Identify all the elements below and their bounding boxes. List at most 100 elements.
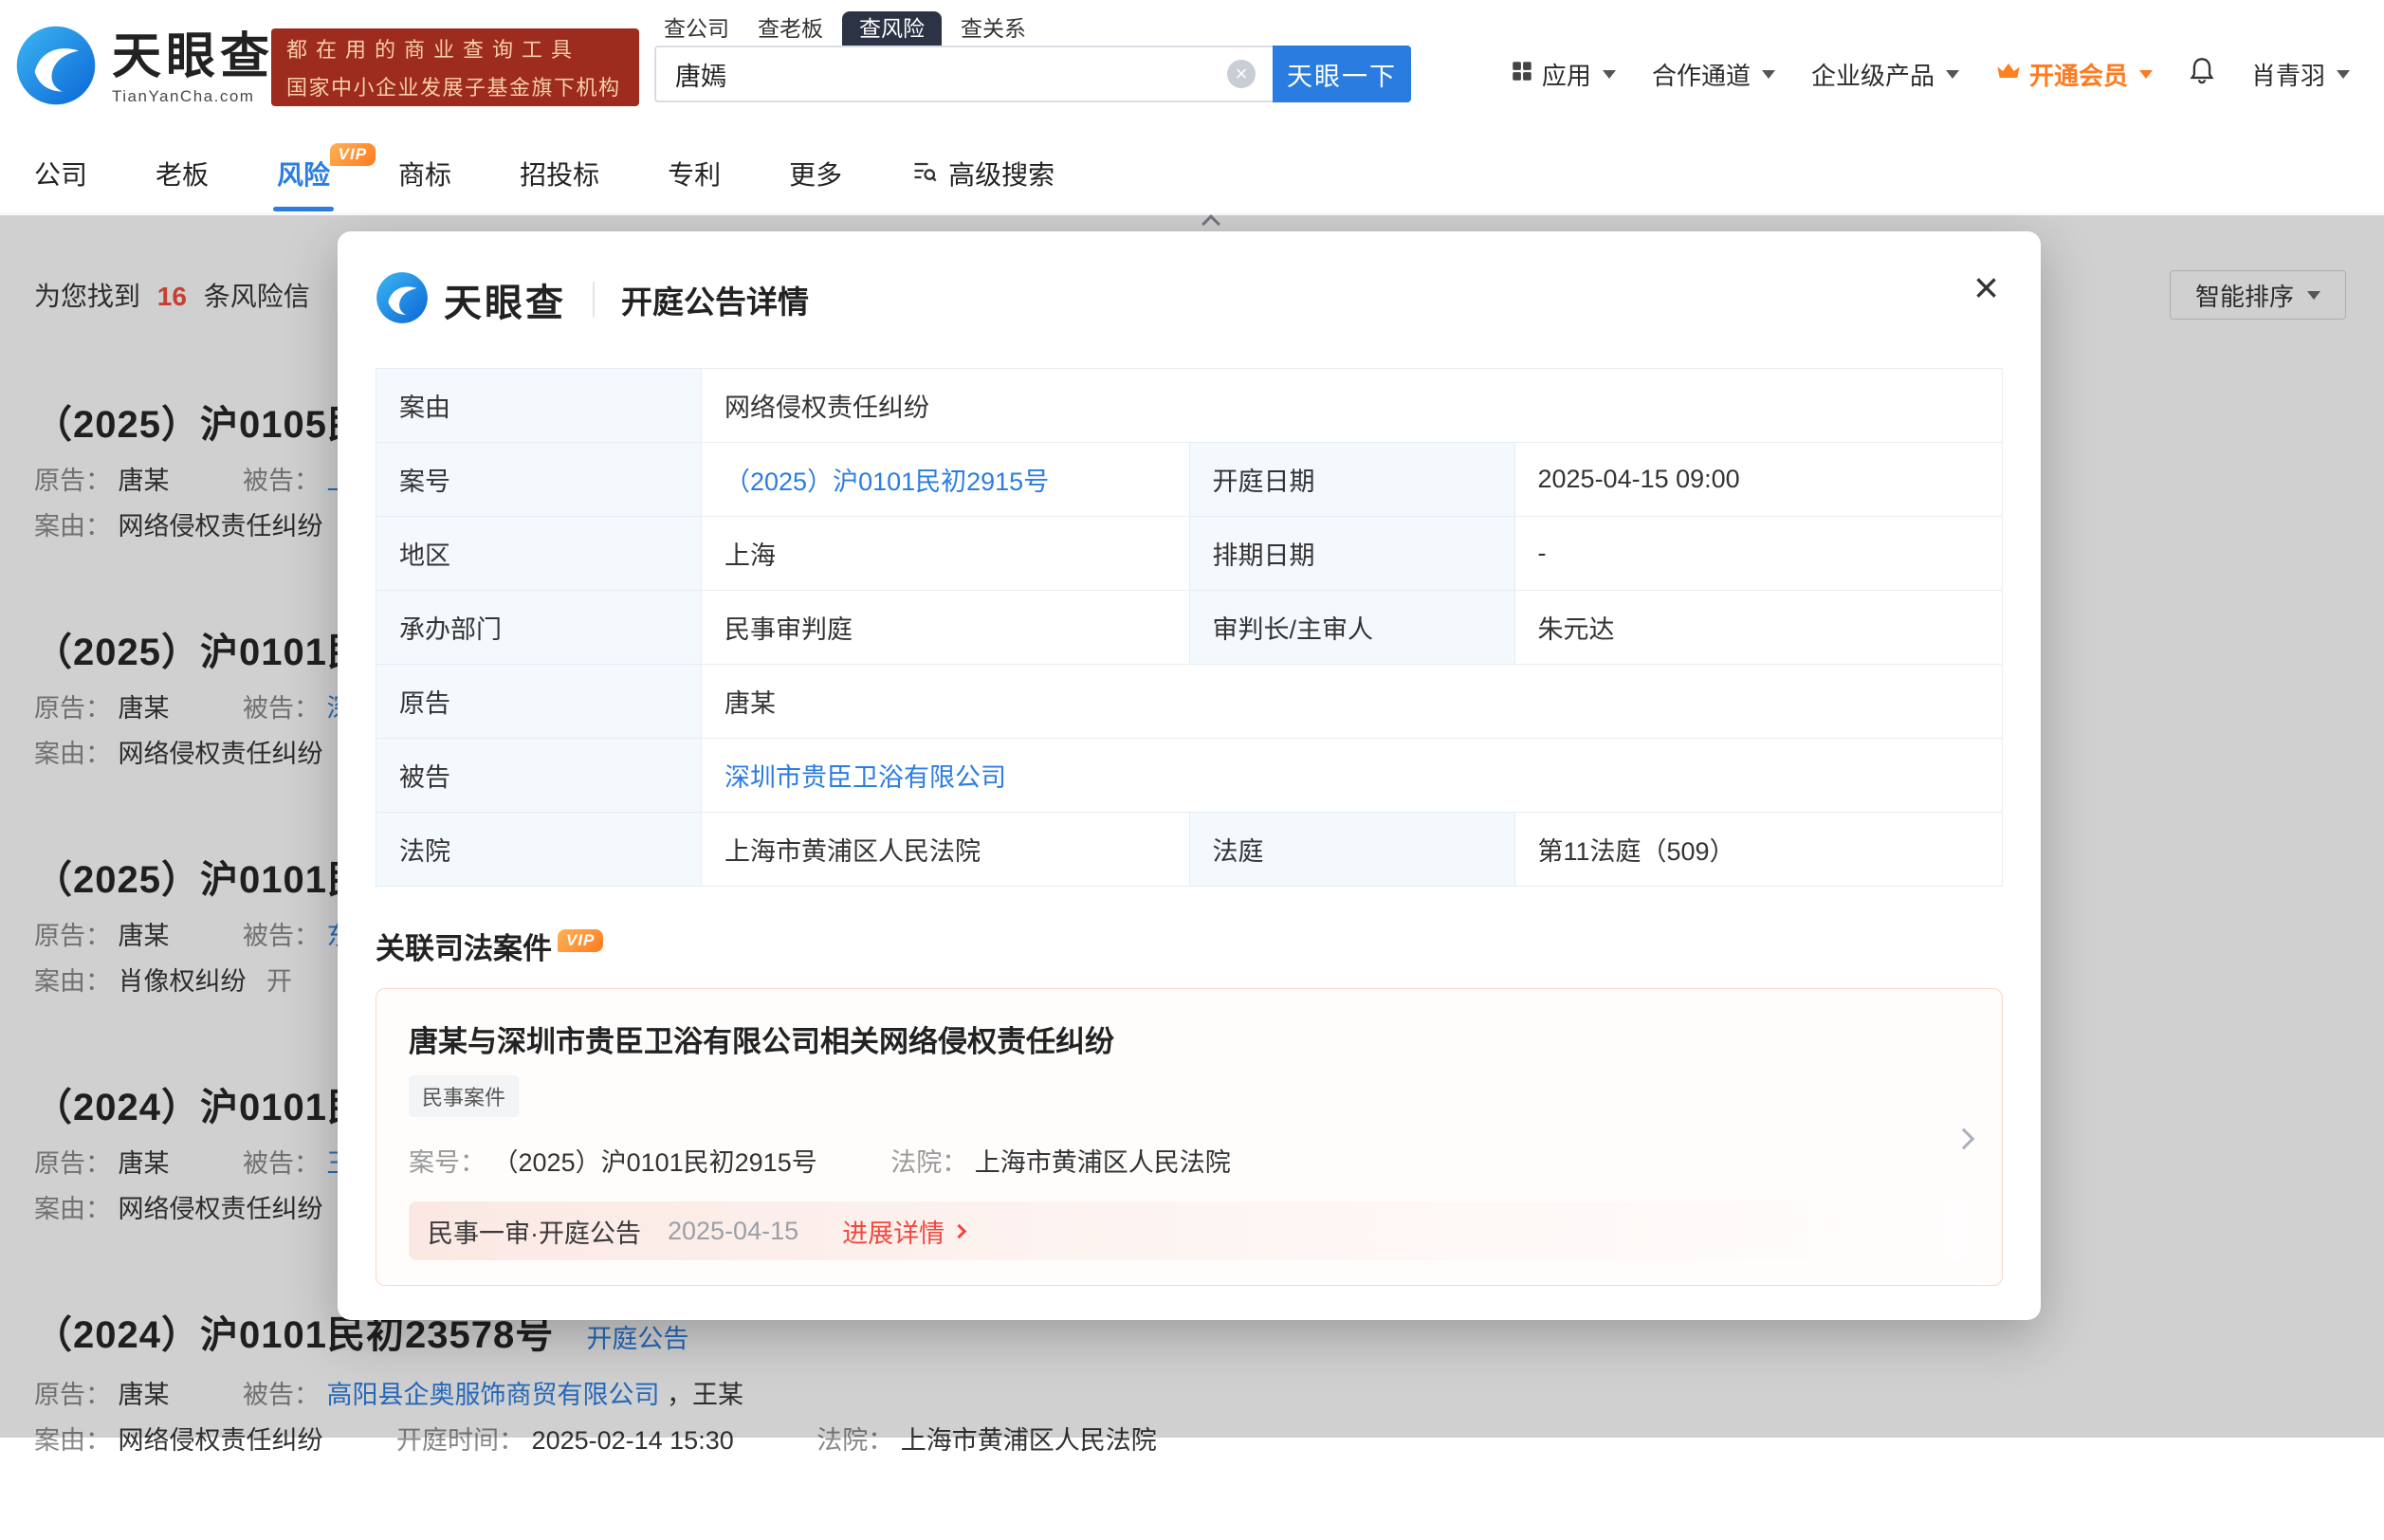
tianyancha-logo-icon	[376, 271, 429, 329]
defendant-company-link[interactable]: 深圳市贵臣卫浴有限公司	[724, 763, 1006, 792]
field-value: （2025）沪0101民初2915号	[702, 443, 1190, 517]
brand-logo[interactable]: 天眼查 TianYanCha.com	[15, 25, 274, 111]
advanced-search-button[interactable]: 高级搜索	[910, 156, 1054, 194]
case-type-badge: 民事案件	[409, 1075, 519, 1117]
notification-bell[interactable]	[2189, 57, 2215, 92]
progress-date: 2025-04-15	[668, 1217, 798, 1246]
field-label: 法院	[376, 813, 702, 887]
field-label: 案号	[376, 443, 702, 517]
field-label: 案由	[376, 369, 702, 443]
modal-brand-name: 天眼查	[444, 272, 566, 327]
progress-detail-label: 进展详情	[842, 1213, 944, 1250]
case-detail-table: 案由 网络侵权责任纠纷 案号 （2025）沪0101民初2915号 开庭日期 2…	[376, 368, 2003, 887]
nav-company[interactable]: 公司	[34, 156, 87, 194]
field-value: 网络侵权责任纠纷	[702, 369, 2003, 443]
related-cases-heading-label: 关联司法案件	[376, 932, 552, 965]
field-label: 法庭	[1189, 813, 1514, 887]
username: 肖青羽	[2251, 57, 2325, 92]
search-button[interactable]: 天眼一下	[1273, 46, 1411, 102]
menu-open-vip[interactable]: 开通会员	[1995, 57, 2153, 92]
court-value: 上海市黄浦区人民法院	[975, 1148, 1231, 1177]
tab-search-risk[interactable]: 查风险	[842, 11, 942, 46]
tab-search-boss[interactable]: 查老板	[748, 11, 833, 46]
field-value: 2025-04-15 09:00	[1514, 443, 2003, 517]
nav-trademark[interactable]: 商标	[398, 156, 451, 194]
case-progress-row: 民事一审·开庭公告 2025-04-15 进展详情	[409, 1201, 1970, 1260]
field-value: 民事审判庭	[702, 591, 1190, 665]
field-label: 审判长/主审人	[1189, 591, 1514, 665]
clear-icon[interactable]: ×	[1227, 60, 1256, 88]
vip-badge: VIP	[330, 143, 376, 166]
brand-name: 天眼查	[112, 30, 274, 83]
chevron-down-icon	[1762, 70, 1775, 79]
crown-icon	[1995, 60, 2022, 89]
nav-more[interactable]: 更多	[789, 156, 842, 194]
menu-enterprise[interactable]: 企业级产品	[1811, 57, 1959, 92]
promo-banner: 都在用的商业查询工具 国家中小企业发展子基金旗下机构	[271, 28, 639, 106]
table-row: 承办部门 民事审判庭 审判长/主审人 朱元达	[376, 591, 2003, 665]
menu-partner-label: 合作通道	[1652, 57, 1751, 92]
field-value: -	[1514, 517, 2003, 591]
table-row: 案号 （2025）沪0101民初2915号 开庭日期 2025-04-15 09…	[376, 443, 2003, 517]
main-nav: 公司 老板 风险 VIP 商标 招投标 专利 更多 高级搜索	[0, 137, 2384, 214]
search-tabs: 查公司 查老板 查风险 查关系	[654, 11, 1036, 46]
field-label: 排期日期	[1189, 517, 1514, 591]
nav-bidding[interactable]: 招投标	[520, 156, 599, 194]
hearing-detail-modal: 天眼查 开庭公告详情 × 案由 网络侵权责任纠纷 案号 （2025）沪0101民…	[338, 231, 2041, 1320]
modal-title: 开庭公告详情	[621, 277, 809, 322]
field-label: 地区	[376, 517, 702, 591]
field-label: 开庭日期	[1189, 443, 1514, 517]
promo-line2: 国家中小企业发展子基金旗下机构	[286, 71, 624, 101]
chevron-down-icon	[2337, 70, 2350, 79]
case-no-value: （2025）沪0101民初2915号	[493, 1148, 817, 1177]
chevron-down-icon	[1946, 70, 1959, 79]
filter-search-icon	[910, 156, 939, 194]
apps-grid-icon	[1510, 59, 1534, 90]
progress-stage: 民事一审·开庭公告	[428, 1213, 641, 1250]
divider	[593, 282, 595, 318]
nav-label: 公司	[34, 160, 87, 190]
field-value: 上海市黄浦区人民法院	[702, 813, 1190, 887]
nav-risk[interactable]: 风险 VIP	[277, 156, 330, 194]
menu-enterprise-label: 企业级产品	[1811, 57, 1935, 92]
menu-apps[interactable]: 应用	[1510, 57, 1616, 92]
field-value: 唐某	[702, 665, 2003, 739]
vip-badge: VIP	[558, 929, 603, 952]
search-bar: × 天眼一下	[654, 46, 1411, 102]
tianyancha-logo-icon	[15, 25, 97, 111]
page: 天眼查 TianYanCha.com 都在用的商业查询工具 国家中小企业发展子基…	[0, 0, 2384, 1438]
field-value: 朱元达	[1514, 591, 2003, 665]
bell-icon	[2189, 57, 2215, 92]
table-row: 原告 唐某	[376, 665, 2003, 739]
court-label: 法院：	[890, 1148, 967, 1177]
menu-open-vip-label: 开通会员	[2029, 57, 2128, 92]
close-icon[interactable]: ×	[1973, 266, 1999, 309]
table-row: 案由 网络侵权责任纠纷	[376, 369, 2003, 443]
nav-patent[interactable]: 专利	[668, 156, 721, 194]
case-number-link[interactable]: （2025）沪0101民初2915号	[724, 468, 1049, 496]
chevron-down-icon	[1603, 70, 1616, 79]
related-cases-heading: 关联司法案件 VIP	[376, 925, 2003, 967]
progress-detail-link[interactable]: 进展详情	[842, 1213, 964, 1250]
top-menu: 应用 合作通道 企业级产品 开通会员	[1510, 44, 2350, 104]
tab-search-relation[interactable]: 查关系	[951, 11, 1036, 46]
related-case-card[interactable]: 唐某与深圳市贵臣卫浴有限公司相关网络侵权责任纠纷 民事案件 案号： （2025）…	[376, 988, 2003, 1286]
search-input[interactable]	[654, 46, 1273, 102]
nav-boss[interactable]: 老板	[156, 156, 209, 194]
field-value: 深圳市贵臣卫浴有限公司	[702, 739, 2003, 813]
chevron-down-icon	[2139, 70, 2153, 79]
nav-label: 老板	[156, 160, 209, 190]
nav-label: 风险	[277, 160, 330, 190]
field-label: 原告	[376, 665, 702, 739]
nav-label: 招投标	[520, 160, 599, 190]
nav-label: 更多	[789, 160, 842, 190]
table-row: 法院 上海市黄浦区人民法院 法庭 第11法庭（509）	[376, 813, 2003, 887]
table-row: 地区 上海 排期日期 -	[376, 517, 2003, 591]
menu-partner[interactable]: 合作通道	[1652, 57, 1775, 92]
brand-domain: TianYanCha.com	[112, 87, 274, 106]
related-case-meta: 案号： （2025）沪0101民初2915号 法院： 上海市黄浦区人民法院	[409, 1142, 1970, 1179]
advanced-search-label: 高级搜索	[948, 156, 1054, 194]
menu-user[interactable]: 肖青羽	[2251, 57, 2350, 92]
tab-search-company[interactable]: 查公司	[654, 11, 739, 46]
nav-label: 专利	[668, 160, 721, 190]
